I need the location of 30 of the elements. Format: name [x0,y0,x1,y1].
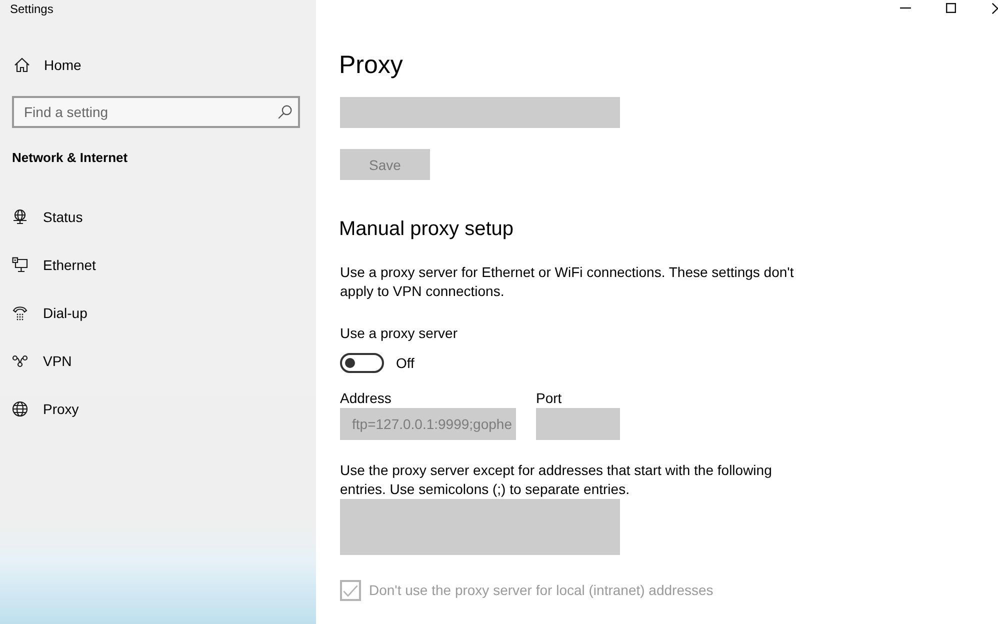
chain-icon [12,353,28,369]
monitor-icon [12,257,28,273]
toggle-label: Use a proxy server [340,324,458,343]
home-link[interactable]: Home [0,45,92,85]
close-icon[interactable] [992,2,998,14]
nav-item[interactable]: VPN [0,337,316,385]
section-heading: Manual proxy setup [339,217,514,242]
section-title: Network & Internet [11,149,128,167]
toggle-switch[interactable] [340,353,384,373]
globe-icon [12,401,28,417]
toggle-state-text: Off [396,354,414,372]
home-icon [14,57,30,73]
checkbox-label: Don't use the proxy server for local (intranet) addresses [369,581,714,600]
phone-icon [12,305,28,321]
globe-monitor-icon [12,209,28,225]
field-label: Port [536,389,562,408]
nav-item[interactable]: Proxy [0,385,316,433]
page-title: Proxy [339,50,403,81]
search-icon [278,105,292,119]
nav-item[interactable]: Status [0,193,316,241]
nav-item[interactable]: Ethernet [0,241,316,289]
minimize-icon[interactable] [900,7,911,9]
checkmark-icon [343,584,358,596]
description-text: Use a proxy server for Ethernet or WiFi connections. These settings don't apply to VPN connections. [340,263,795,301]
maximize-icon[interactable] [946,3,956,13]
nav-item[interactable]: Dial-up [0,289,316,337]
search-field[interactable]: Find a setting [12,96,300,128]
window-title: Settings [9,1,54,18]
field-label: Address [340,389,392,408]
description-text: Use the proxy server except for addresses that start with the following entries. Use semicolons (;) to separate entries. [340,461,773,499]
